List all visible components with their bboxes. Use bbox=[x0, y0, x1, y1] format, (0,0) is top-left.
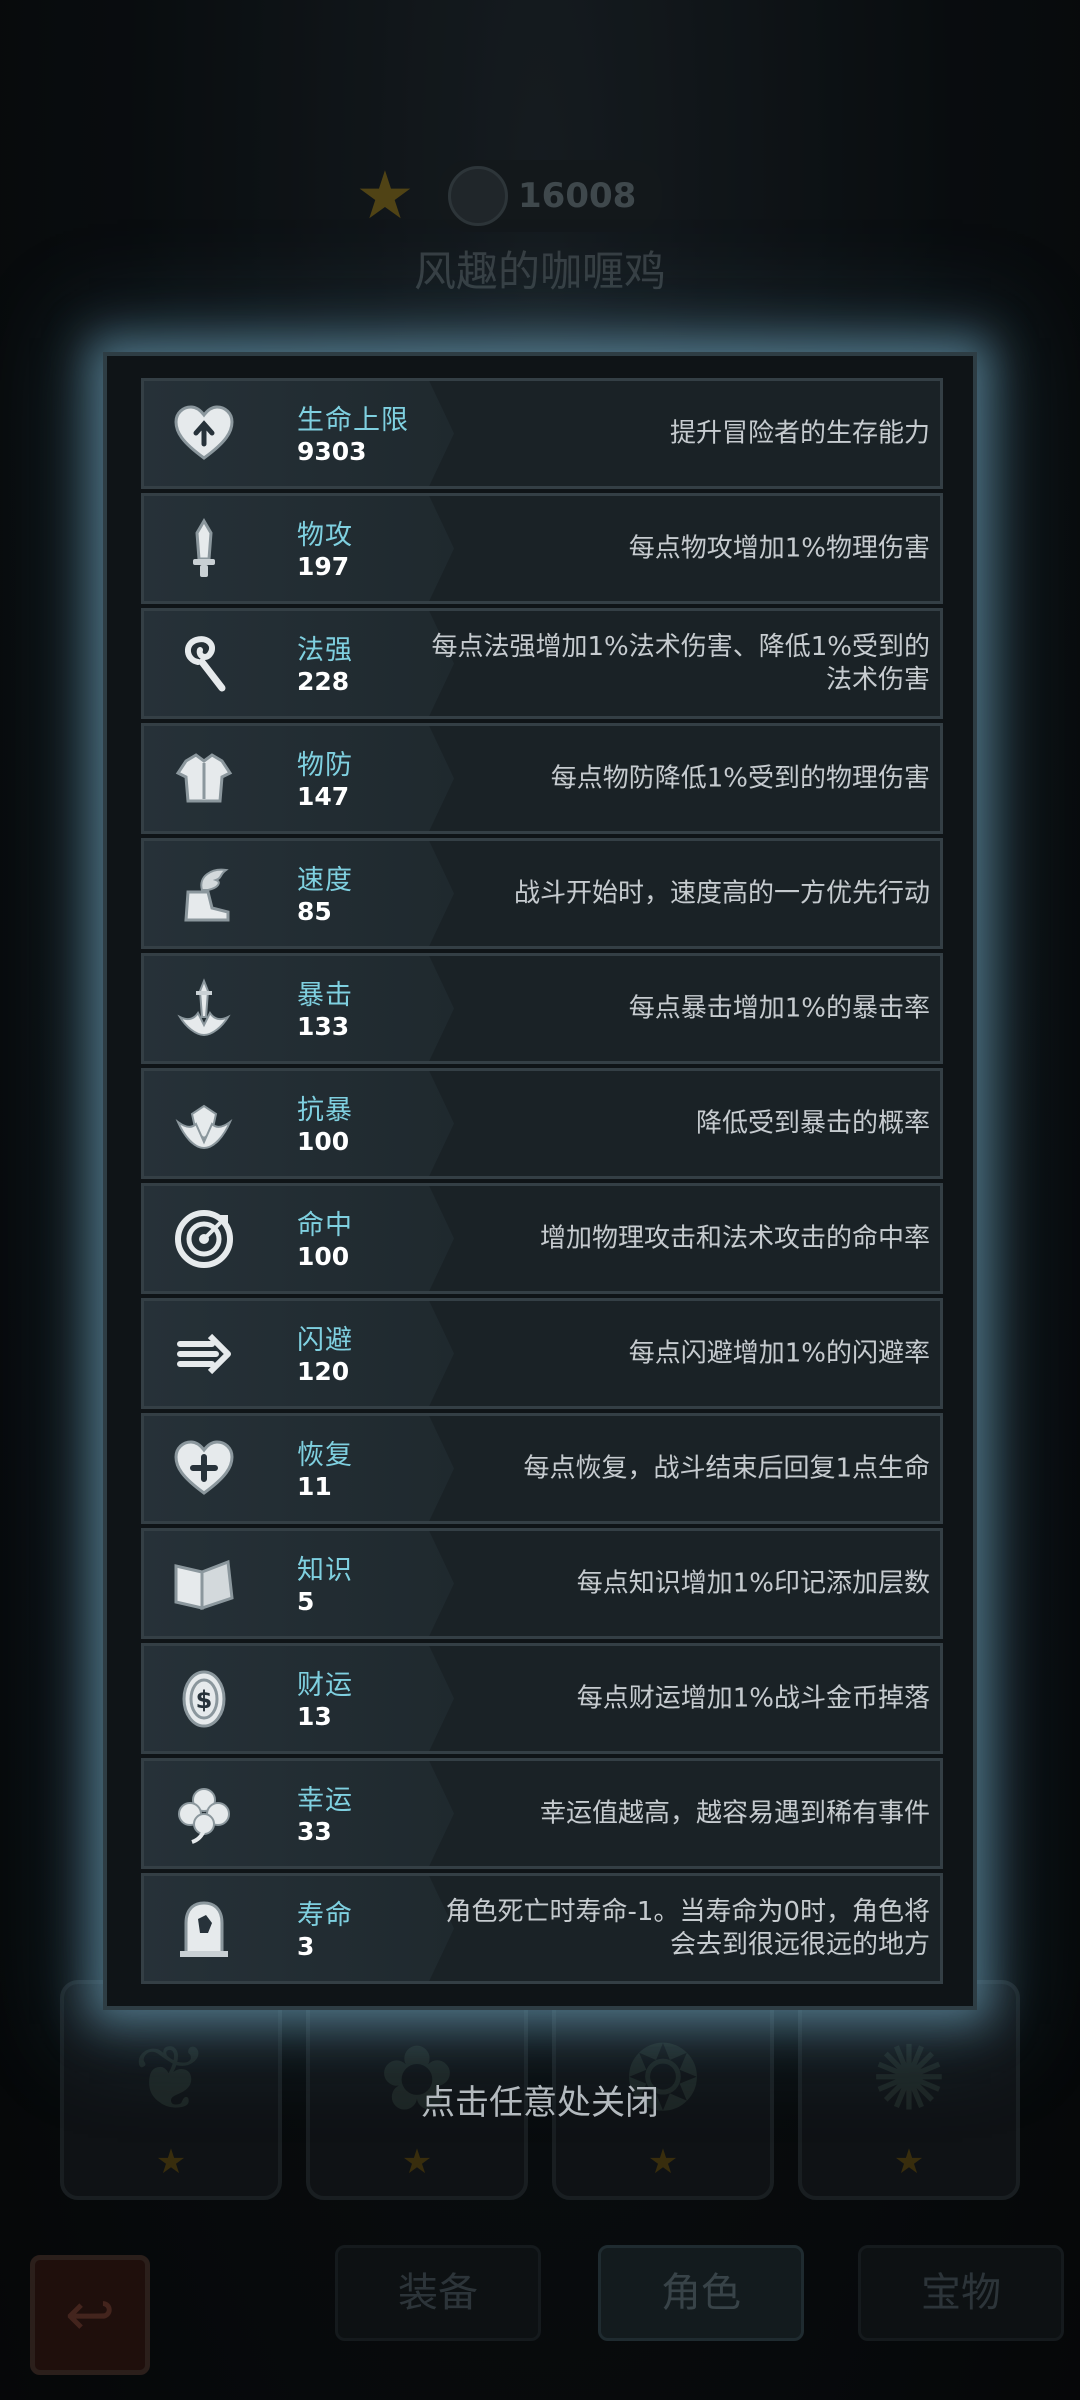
stat-value: 9303 bbox=[297, 437, 367, 466]
winged-boot-icon bbox=[172, 862, 236, 926]
stat-name: 幸运 bbox=[297, 1785, 353, 1816]
stat-name: 命中 bbox=[297, 1210, 353, 1241]
stat-description: 每点恢复，战斗结束后回复1点生命 bbox=[523, 1453, 930, 1483]
stat-name: 恢复 bbox=[297, 1440, 353, 1471]
coin-icon: $ bbox=[172, 1667, 236, 1731]
stat-description: 每点闪避增加1%的闪避率 bbox=[628, 1338, 930, 1368]
stat-row: 恢复 11 每点恢复，战斗结束后回复1点生命 bbox=[141, 1413, 943, 1524]
stat-name: 财运 bbox=[297, 1670, 353, 1701]
stat-description: 角色死亡时寿命-1。当寿命为0时，角色将会去到很远很远的地方 bbox=[445, 1896, 930, 1960]
stat-value: 100 bbox=[297, 1242, 350, 1271]
stat-row: $ 财运 13 每点财运增加1%战斗金币掉落 bbox=[141, 1643, 943, 1754]
sword-icon bbox=[172, 517, 236, 581]
heart-plus-icon bbox=[172, 1437, 236, 1501]
crit-shield-icon bbox=[172, 1092, 236, 1156]
stat-value: 197 bbox=[297, 552, 350, 581]
svg-text:$: $ bbox=[196, 1686, 213, 1714]
stat-name: 暴击 bbox=[297, 980, 353, 1011]
stat-description: 增加物理攻击和法术攻击的命中率 bbox=[539, 1223, 930, 1253]
stat-row: 抗暴 100 降低受到暴击的概率 bbox=[141, 1068, 943, 1179]
stat-description: 每点暴击增加1%的暴击率 bbox=[628, 993, 930, 1023]
staff-icon bbox=[172, 632, 236, 696]
stat-description: 每点财运增加1%战斗金币掉落 bbox=[576, 1683, 930, 1713]
stat-value: 147 bbox=[297, 782, 350, 811]
stat-row: 物防 147 每点物防降低1%受到的物理伤害 bbox=[141, 723, 943, 834]
stat-row: 闪避 120 每点闪避增加1%的闪避率 bbox=[141, 1298, 943, 1409]
dodge-arrow-icon bbox=[172, 1322, 236, 1386]
stat-name: 寿命 bbox=[297, 1900, 353, 1931]
stat-row: 生命上限 9303 提升冒险者的生存能力 bbox=[141, 378, 943, 489]
stat-description: 每点物攻增加1%物理伤害 bbox=[628, 533, 930, 563]
stat-name: 生命上限 bbox=[297, 405, 409, 436]
stat-name: 闪避 bbox=[297, 1325, 353, 1356]
stat-value: 13 bbox=[297, 1702, 332, 1731]
stat-value: 5 bbox=[297, 1587, 315, 1616]
stat-row: 暴击 133 每点暴击增加1%的暴击率 bbox=[141, 953, 943, 1064]
stat-description: 战斗开始时，速度高的一方优先行动 bbox=[513, 878, 930, 908]
tombstone-icon bbox=[172, 1897, 236, 1961]
stat-row: 幸运 33 幸运值越高，越容易遇到稀有事件 bbox=[141, 1758, 943, 1869]
stat-value: 100 bbox=[297, 1127, 350, 1156]
stat-row: 速度 85 战斗开始时，速度高的一方优先行动 bbox=[141, 838, 943, 949]
stat-row: 命中 100 增加物理攻击和法术攻击的命中率 bbox=[141, 1183, 943, 1294]
close-hint[interactable]: 点击任意处关闭 bbox=[0, 2075, 1080, 2124]
stat-row: 寿命 3 角色死亡时寿命-1。当寿命为0时，角色将会去到很远很远的地方 bbox=[141, 1873, 943, 1984]
crit-dagger-icon bbox=[172, 977, 236, 1041]
stat-name: 法强 bbox=[297, 635, 353, 666]
stat-description: 降低受到暴击的概率 bbox=[695, 1108, 930, 1138]
stat-name: 物攻 bbox=[297, 520, 353, 551]
stat-description: 提升冒险者的生存能力 bbox=[669, 418, 930, 448]
stat-description: 每点知识增加1%印记添加层数 bbox=[576, 1568, 930, 1598]
armor-icon bbox=[172, 747, 236, 811]
stat-value: 228 bbox=[297, 667, 350, 696]
stat-value: 120 bbox=[297, 1357, 350, 1386]
stat-row: 物攻 197 每点物攻增加1%物理伤害 bbox=[141, 493, 943, 604]
stat-value: 85 bbox=[297, 897, 332, 926]
stat-description: 每点物防降低1%受到的物理伤害 bbox=[550, 763, 930, 793]
stat-row: 知识 5 每点知识增加1%印记添加层数 bbox=[141, 1528, 943, 1639]
stats-list: 生命上限 9303 提升冒险者的生存能力物攻 197 每点物攻增加1%物理伤害法强 228… bbox=[141, 378, 943, 1988]
stat-value: 33 bbox=[297, 1817, 332, 1846]
stat-name: 物防 bbox=[297, 750, 353, 781]
stat-value: 11 bbox=[297, 1472, 332, 1501]
stat-description: 每点法强增加1%法术伤害、降低1%受到的法术伤害 bbox=[431, 631, 931, 695]
book-icon bbox=[172, 1552, 236, 1616]
stat-value: 133 bbox=[297, 1012, 350, 1041]
stat-name: 抗暴 bbox=[297, 1095, 353, 1126]
stat-description: 幸运值越高，越容易遇到稀有事件 bbox=[539, 1798, 930, 1828]
stat-row: 法强 228 每点法强增加1%法术伤害、降低1%受到的法术伤害 bbox=[141, 608, 943, 719]
target-icon bbox=[172, 1207, 236, 1271]
clover-icon bbox=[172, 1782, 236, 1846]
stat-name: 知识 bbox=[297, 1555, 353, 1586]
stat-value: 3 bbox=[297, 1932, 315, 1961]
heart-up-icon bbox=[172, 402, 236, 466]
stats-panel: 生命上限 9303 提升冒险者的生存能力物攻 197 每点物攻增加1%物理伤害法强 228… bbox=[103, 352, 977, 2010]
stat-name: 速度 bbox=[297, 865, 353, 896]
